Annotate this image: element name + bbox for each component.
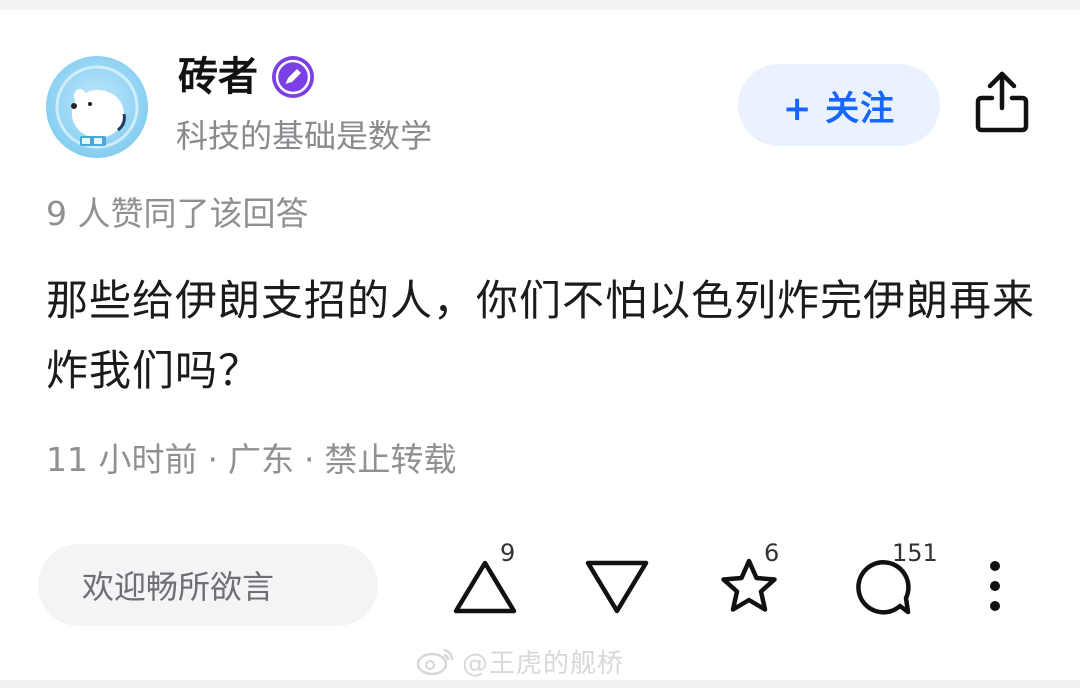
answer-meta: 11 小时前 · 广东 · 禁止转载 — [46, 438, 456, 482]
comment-placeholder: 欢迎畅所欲言 — [82, 568, 275, 606]
pen-badge-icon — [270, 54, 316, 100]
weibo-icon — [416, 648, 454, 676]
avatar[interactable] — [46, 56, 148, 158]
watermark: @王虎的舰桥 — [416, 644, 625, 679]
bottom-strip — [0, 680, 1080, 688]
answer-text: 那些给伊朗支招的人，你们不怕以色列炸完伊朗再来炸我们吗？ — [46, 276, 1036, 395]
watermark-text: @王虎的舰桥 — [462, 648, 625, 679]
polar-bear-avatar-icon — [55, 65, 139, 149]
favorite-count: 6 — [764, 539, 780, 567]
comment-input[interactable]: 欢迎畅所欲言 — [38, 544, 378, 626]
answer-location: 广东 — [227, 440, 294, 479]
follow-button[interactable]: + 关注 — [738, 64, 940, 146]
answer-time: 11 小时前 — [46, 440, 198, 479]
meta-separator: · — [207, 440, 218, 479]
meta-separator: · — [303, 440, 315, 479]
follow-label: + 关注 — [782, 88, 896, 129]
author-bio: 科技的基础是数学 — [176, 117, 433, 155]
more-button[interactable] — [984, 558, 1006, 614]
top-strip — [0, 0, 1080, 10]
more-icon — [990, 561, 1000, 611]
downvote-icon — [585, 560, 649, 614]
comment-count: 151 — [892, 539, 938, 567]
author-name[interactable]: 砖者 — [178, 52, 258, 102]
downvote-button[interactable] — [584, 558, 650, 616]
upvote-count: 9 — [500, 539, 516, 567]
share-icon[interactable] — [972, 68, 1032, 136]
answer-copyright: 禁止转载 — [324, 440, 457, 479]
likes-note: 9 人赞同了该回答 — [46, 194, 309, 233]
